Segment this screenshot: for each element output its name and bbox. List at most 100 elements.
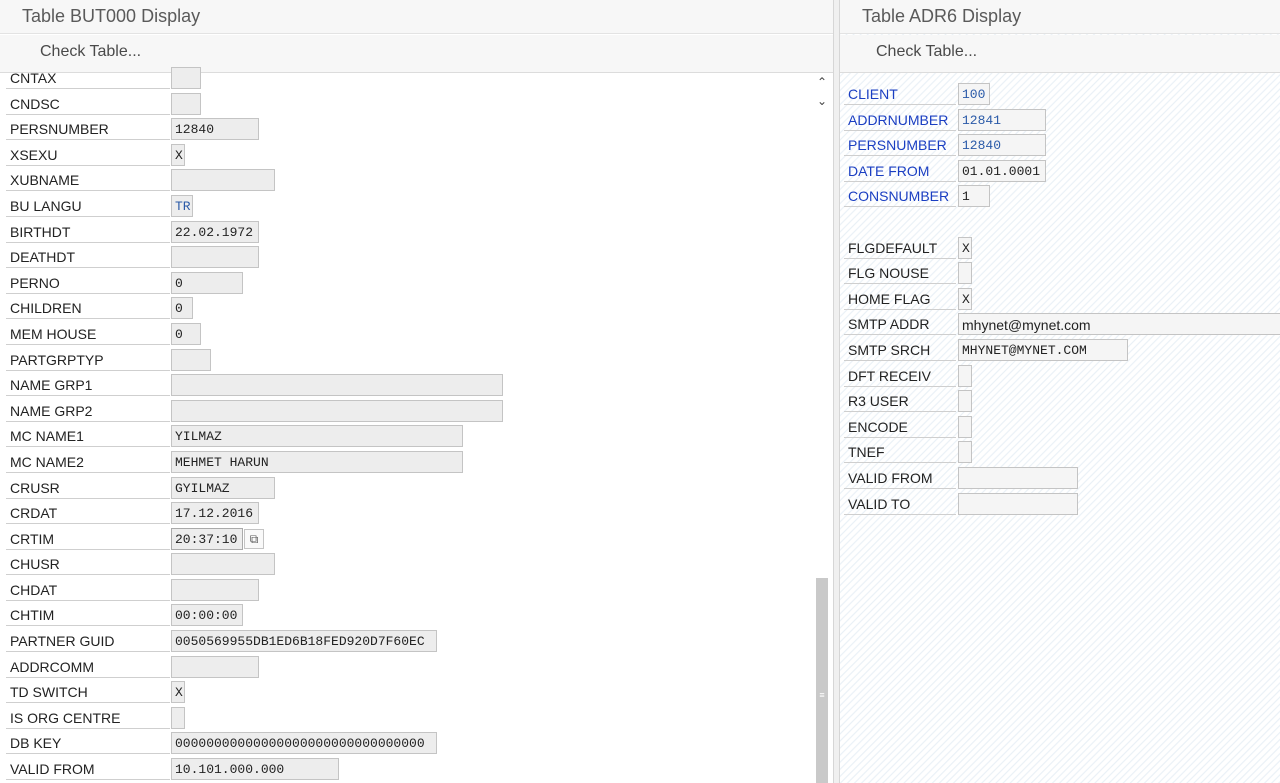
field-row: CRDAT 17.12.2016 xyxy=(0,501,833,527)
field-label: MEM HOUSE xyxy=(6,322,170,345)
field-value[interactable]: 00:00:00 xyxy=(171,604,243,627)
field-value[interactable] xyxy=(171,578,259,601)
field-value[interactable] xyxy=(171,169,275,192)
field-row: CNDSC xyxy=(0,92,833,118)
field-label: MC NAME2 xyxy=(6,450,170,473)
field-row: VALID FROM 10.101.000.000 xyxy=(0,757,833,783)
field-label: PERSNUMBER xyxy=(844,133,956,157)
field-value[interactable] xyxy=(171,706,185,729)
field-row: VALID FROM xyxy=(840,466,1280,492)
field-value[interactable]: 17.12.2016 xyxy=(171,502,259,525)
field-value[interactable]: 0 xyxy=(171,297,193,320)
field-value[interactable]: 20:37:10 xyxy=(171,527,243,550)
field-row: DATE FROM 01.01.0001 xyxy=(840,159,1280,185)
scrollbar-thumb[interactable]: ≡ xyxy=(816,578,828,783)
field-value[interactable] xyxy=(958,415,972,438)
field-row: PERSNUMBER 12840 xyxy=(840,133,1280,159)
field-value[interactable] xyxy=(171,67,201,89)
copy-icon[interactable]: ⧉ xyxy=(244,528,264,549)
field-value[interactable] xyxy=(958,466,1078,489)
field-row: BIRTHDT 22.02.1972 xyxy=(0,220,833,246)
pane-splitter[interactable] xyxy=(833,0,840,783)
field-row: ADDRNUMBER 12841 xyxy=(840,108,1280,134)
field-value[interactable]: X xyxy=(171,681,185,704)
field-value[interactable]: X xyxy=(171,143,185,166)
field-row: SMTP ADDR mhynet@mynet.com xyxy=(840,312,1280,338)
field-value[interactable]: 0 xyxy=(171,271,243,294)
focus-corner xyxy=(172,529,176,533)
field-value[interactable] xyxy=(171,246,259,269)
adr6-pane: Table ADR6 Display Check Table... CLIENT… xyxy=(840,0,1280,783)
field-label: XSEXU xyxy=(6,143,170,166)
field-value[interactable]: TR xyxy=(171,194,193,217)
field-value[interactable] xyxy=(958,492,1078,515)
field-row: FLGDEFAULT X xyxy=(840,236,1280,262)
field-value[interactable]: 10.101.000.000 xyxy=(171,758,339,781)
field-value[interactable]: 22.02.1972 xyxy=(171,220,259,243)
field-value[interactable]: 12840 xyxy=(171,118,259,141)
field-value[interactable] xyxy=(171,348,211,371)
field-row: PARTGRPTYP xyxy=(0,348,833,374)
field-value[interactable] xyxy=(171,374,503,397)
field-row: DEATHDT xyxy=(0,245,833,271)
field-value[interactable]: GYILMAZ xyxy=(171,476,275,499)
field-value[interactable] xyxy=(958,390,972,413)
field-value[interactable]: 01.01.0001 xyxy=(958,159,1046,182)
field-label: VALID FROM xyxy=(844,466,956,489)
field-row: BU LANGU TR xyxy=(0,194,833,220)
field-value[interactable] xyxy=(958,364,972,387)
field-value[interactable]: MHYNET@MYNET.COM xyxy=(958,338,1128,361)
toolbar: Check Table... xyxy=(840,35,1280,73)
check-table-button[interactable]: Check Table... xyxy=(876,43,977,61)
field-label: ADDRNUMBER xyxy=(844,108,956,131)
field-value[interactable]: MEHMET HARUN xyxy=(171,450,463,473)
field-label: DATE FROM xyxy=(844,159,956,182)
field-row: ENCODE xyxy=(840,415,1280,441)
field-label: CRUSR xyxy=(6,476,170,499)
field-row: DB KEY 00000000000000000000000000000000 xyxy=(0,731,833,757)
field-row: CHTIM 00:00:00 xyxy=(0,603,833,629)
field-row: NAME GRP2 xyxy=(0,399,833,425)
field-value[interactable] xyxy=(958,441,972,464)
field-label: BIRTHDT xyxy=(6,220,170,243)
vertical-scrollbar[interactable]: ⌃ ⌄ ≡ xyxy=(812,73,832,783)
field-value[interactable]: X xyxy=(958,287,972,310)
field-label: DB KEY xyxy=(6,731,170,755)
check-table-button[interactable]: Check Table... xyxy=(40,43,141,61)
field-row: PARTNER GUID 0050569955DB1ED6B18FED920D7F… xyxy=(0,629,833,655)
field-value[interactable] xyxy=(958,262,972,285)
field-value[interactable]: 100 xyxy=(958,83,990,105)
field-row: MC NAME1 YILMAZ xyxy=(0,424,833,450)
field-value[interactable] xyxy=(171,655,259,678)
field-row: PERSNUMBER 12840 xyxy=(0,117,833,143)
field-row: XSEXU X xyxy=(0,143,833,169)
chevron-down-icon[interactable]: ⌄ xyxy=(812,92,832,110)
field-row: FLG NOUSE xyxy=(840,261,1280,287)
field-value[interactable]: 12840 xyxy=(958,134,1046,157)
chevron-up-icon[interactable]: ⌃ xyxy=(812,73,832,91)
field-value[interactable]: 12841 xyxy=(958,108,1046,131)
field-value[interactable]: mhynet@mynet.com xyxy=(958,313,1280,336)
field-value[interactable]: 0 xyxy=(171,322,201,345)
field-row: TD SWITCH X xyxy=(0,680,833,706)
field-list: CLIENT 100 ADDRNUMBER 12841 PERSNUMBER 12840 D… xyxy=(840,82,1280,517)
field-value[interactable]: 0050569955DB1ED6B18FED920D7F60EC xyxy=(171,630,437,653)
field-row: R3 USER xyxy=(840,389,1280,415)
field-label: CRDAT xyxy=(6,501,170,525)
field-value[interactable]: X xyxy=(958,236,972,259)
field-row: ADDRCOMM xyxy=(0,655,833,681)
field-value[interactable]: YILMAZ xyxy=(171,425,463,448)
field-label: IS ORG CENTRE xyxy=(6,706,170,729)
field-value[interactable]: 1 xyxy=(958,185,990,208)
field-value[interactable] xyxy=(171,553,275,576)
field-value[interactable]: 00000000000000000000000000000000 xyxy=(171,732,437,755)
field-label: CRTIM xyxy=(6,527,170,550)
focus-corner xyxy=(238,529,242,533)
field-value[interactable] xyxy=(171,92,201,115)
field-row: DFT RECEIV xyxy=(840,364,1280,390)
field-label: CNTAX xyxy=(6,66,170,89)
field-value[interactable] xyxy=(171,399,503,422)
grip-icon: ≡ xyxy=(819,690,825,700)
field-row: CONSNUMBER 1 xyxy=(840,184,1280,210)
